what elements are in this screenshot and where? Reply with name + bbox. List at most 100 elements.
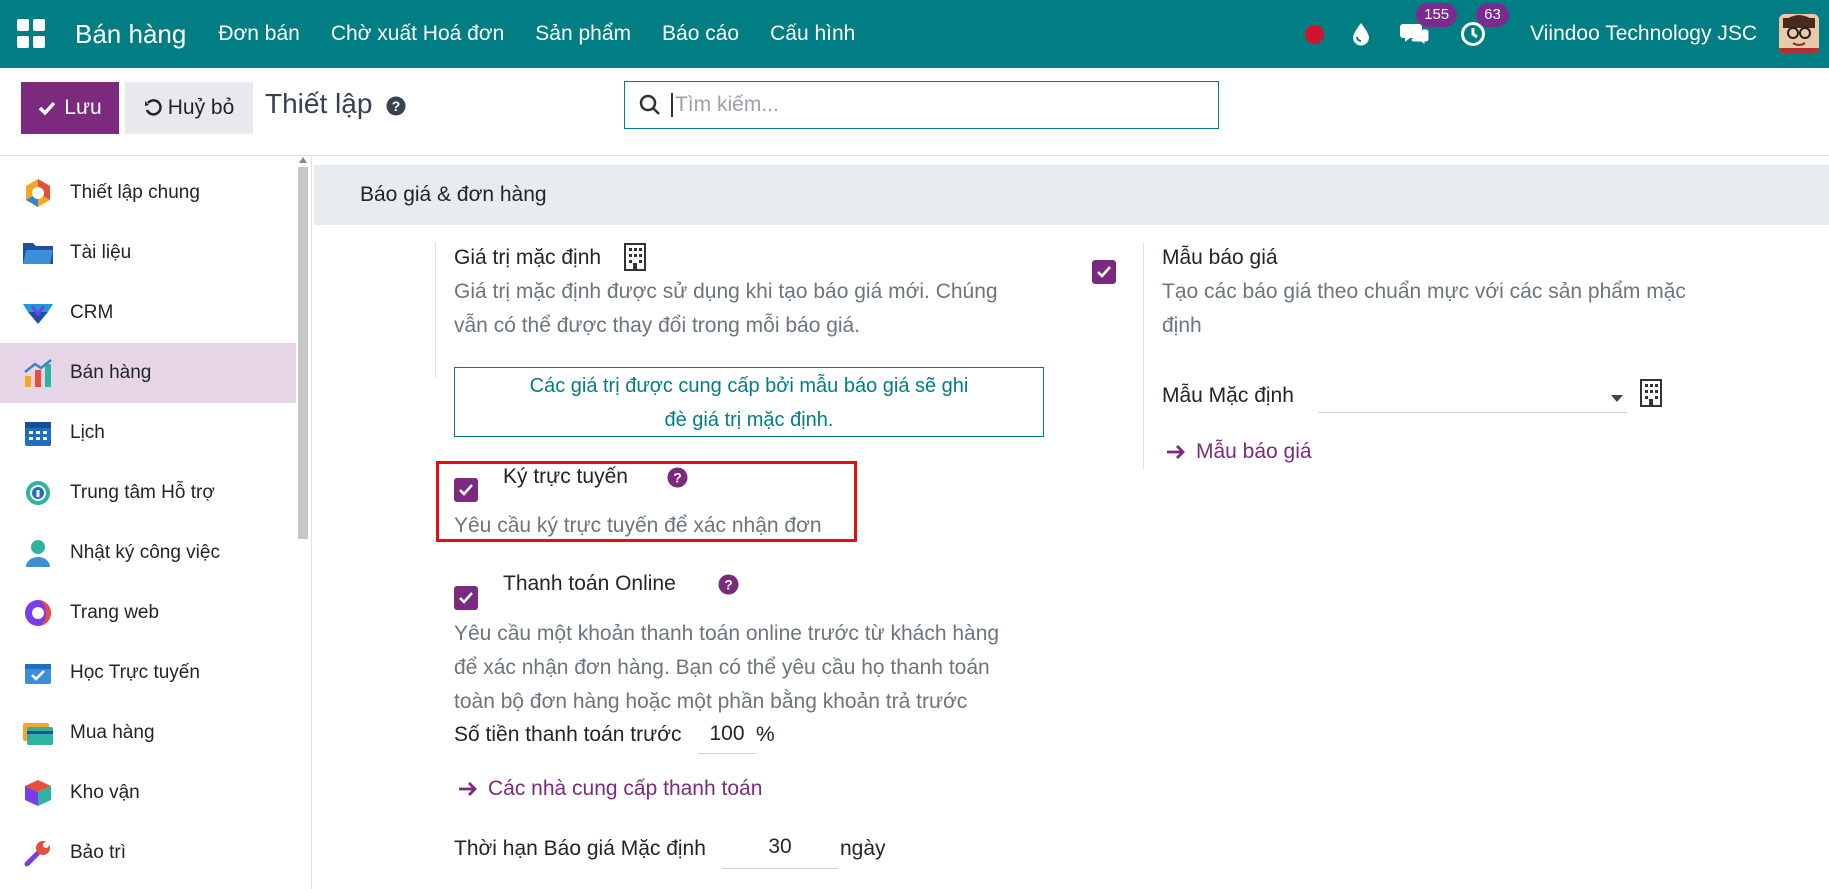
search-icon: [639, 94, 660, 115]
maintenance-icon: [22, 837, 54, 869]
divider: [435, 242, 436, 378]
online-payment-description-line3: toàn bộ đơn hàng hoặc một phần bằng khoả…: [454, 690, 968, 713]
quotation-validity-unit: ngày: [840, 837, 886, 860]
prepayment-percent-input[interactable]: 100: [698, 722, 756, 754]
online-signature-description: Yêu cầu ký trực tuyến để xác nhận đơn: [454, 514, 822, 537]
template-override-info: Các giá trị được cung cấp bởi mẫu báo gi…: [454, 367, 1044, 437]
svg-text:?: ?: [673, 470, 682, 486]
quotation-template-description-line1: Tạo các báo giá theo chuẩn mực với các s…: [1162, 280, 1686, 303]
inventory-icon: [22, 777, 54, 809]
check-icon: [459, 592, 473, 604]
timesheet-icon: [22, 537, 54, 569]
apps-menu-icon[interactable]: [17, 19, 47, 49]
check-icon: [459, 484, 473, 496]
svg-text:?: ?: [392, 98, 401, 114]
sidebar-item-sales[interactable]: Bán hàng: [0, 343, 296, 403]
sales-chart-icon: [22, 357, 54, 389]
sidebar-item-documents[interactable]: Tài liệu: [0, 223, 296, 283]
sidebar-item-timesheet[interactable]: Nhật ký công việc: [0, 523, 296, 583]
helpdesk-icon: [22, 477, 54, 509]
quotation-template-label: Mẫu báo giá: [1162, 246, 1278, 269]
discard-button[interactable]: Huỷ bỏ: [125, 82, 253, 134]
messages-badge: 155: [1416, 3, 1458, 27]
menu-orders[interactable]: Đơn bán: [218, 22, 300, 46]
messages-icon[interactable]: 155: [1400, 3, 1458, 47]
arrow-right-icon: [1167, 445, 1185, 459]
question-circle-icon[interactable]: ?: [718, 574, 739, 600]
crm-icon: [22, 297, 54, 329]
default-template-label: Mẫu Mặc định: [1162, 384, 1294, 407]
quotation-validity-input[interactable]: 30: [722, 835, 838, 869]
page-title: Thiết lập: [265, 88, 373, 119]
section-title: Báo giá & đơn hàng: [360, 183, 547, 206]
sidebar-item-purchase[interactable]: Mua hàng: [0, 703, 296, 763]
folder-icon: [22, 237, 54, 269]
recording-dot-icon[interactable]: [1305, 24, 1325, 44]
company-building-icon: [623, 242, 647, 277]
sidebar-item-maintenance[interactable]: Bảo trì: [0, 823, 296, 883]
app-brand[interactable]: Bán hàng: [75, 19, 186, 50]
sidebar-item-label: Kho vận: [70, 782, 140, 803]
question-circle-icon[interactable]: ?: [386, 96, 406, 121]
sidebar-item-label: Trung tâm Hỗ trợ: [70, 482, 215, 503]
payment-providers-link-label: Các nhà cung cấp thanh toán: [488, 777, 763, 800]
sidebar-item-helpdesk[interactable]: Trung tâm Hỗ trợ: [0, 463, 296, 523]
prepayment-label: Số tiền thanh toán trước: [454, 723, 682, 746]
user-avatar[interactable]: [1779, 14, 1819, 54]
activities-clock-icon[interactable]: 63: [1460, 3, 1509, 47]
sidebar-item-inventory[interactable]: Kho vận: [0, 763, 296, 823]
droplet-icon[interactable]: [1352, 22, 1370, 46]
menu-to-invoice[interactable]: Chờ xuất Hoá đơn: [331, 22, 504, 46]
calendar-icon: [22, 417, 54, 449]
menu-products[interactable]: Sản phẩm: [535, 22, 631, 46]
sidebar-item-crm[interactable]: CRM: [0, 283, 296, 343]
caret-down-icon: [1611, 395, 1623, 402]
website-icon: [22, 597, 54, 629]
sidebar-item-label: Bán hàng: [70, 362, 152, 383]
svg-text:?: ?: [724, 577, 733, 593]
quotation-template-checkbox[interactable]: [1092, 260, 1116, 284]
sidebar-item-label: Nhật ký công việc: [70, 542, 220, 563]
settings-icon: [22, 177, 54, 209]
elearning-icon: [22, 657, 54, 689]
menu-reporting[interactable]: Báo cáo: [662, 22, 739, 46]
sidebar-item-calendar[interactable]: Lịch: [0, 403, 296, 463]
online-signature-checkbox[interactable]: [454, 478, 478, 502]
sidebar-item-label: Bảo trì: [70, 842, 126, 863]
arrow-right-icon: [459, 782, 477, 796]
search-bar[interactable]: [624, 81, 1219, 129]
sidebar-scrollbar[interactable]: [298, 167, 308, 539]
sidebar-item-elearning[interactable]: Học Trực tuyến: [0, 643, 296, 703]
sidebar-item-label: CRM: [70, 302, 114, 323]
quotation-templates-link-label: Mẫu báo giá: [1196, 440, 1312, 463]
menu-configuration[interactable]: Cấu hình: [770, 22, 855, 46]
save-button[interactable]: Lưu: [21, 82, 119, 134]
divider: [1143, 242, 1144, 470]
top-navbar: Bán hàng Đơn bán Chờ xuất Hoá đơn Sản ph…: [0, 0, 1829, 68]
check-icon: [1097, 266, 1111, 278]
online-signature-label: Ký trực tuyến: [503, 465, 628, 488]
quotation-template-description-line2: định: [1162, 314, 1202, 337]
company-switcher[interactable]: Viindoo Technology JSC: [1530, 22, 1757, 46]
sidebar-item-label: Lịch: [70, 422, 105, 443]
online-payment-description-line2: để xác nhận đơn hàng. Bạn có thể yêu cầu…: [454, 656, 990, 679]
default-template-select[interactable]: [1318, 379, 1627, 413]
sidebar-item-general-settings[interactable]: Thiết lập chung: [0, 163, 296, 223]
online-payment-checkbox[interactable]: [454, 586, 478, 610]
quotation-templates-link[interactable]: Mẫu báo giá: [1166, 440, 1312, 464]
search-input[interactable]: [671, 93, 1171, 117]
undo-icon: [144, 99, 162, 116]
info-line1: Các giá trị được cung cấp bởi mẫu báo gi…: [529, 375, 969, 397]
sidebar-item-label: Thiết lập chung: [70, 182, 200, 203]
sidebar-item-website[interactable]: Trang web: [0, 583, 296, 643]
scroll-up-arrow-icon[interactable]: [299, 157, 307, 163]
sidebar-item-label: Học Trực tuyến: [70, 662, 200, 683]
sidebar-item-label: Tài liệu: [70, 242, 132, 263]
sidebar-item-label: Trang web: [70, 602, 160, 623]
default-values-label: Giá trị mặc định: [454, 246, 602, 269]
activities-badge: 63: [1476, 3, 1509, 27]
company-building-icon: [1639, 378, 1663, 413]
payment-providers-link[interactable]: Các nhà cung cấp thanh toán: [458, 777, 762, 801]
question-circle-icon[interactable]: ?: [667, 467, 688, 493]
sidebar-item-label: Mua hàng: [70, 722, 155, 743]
